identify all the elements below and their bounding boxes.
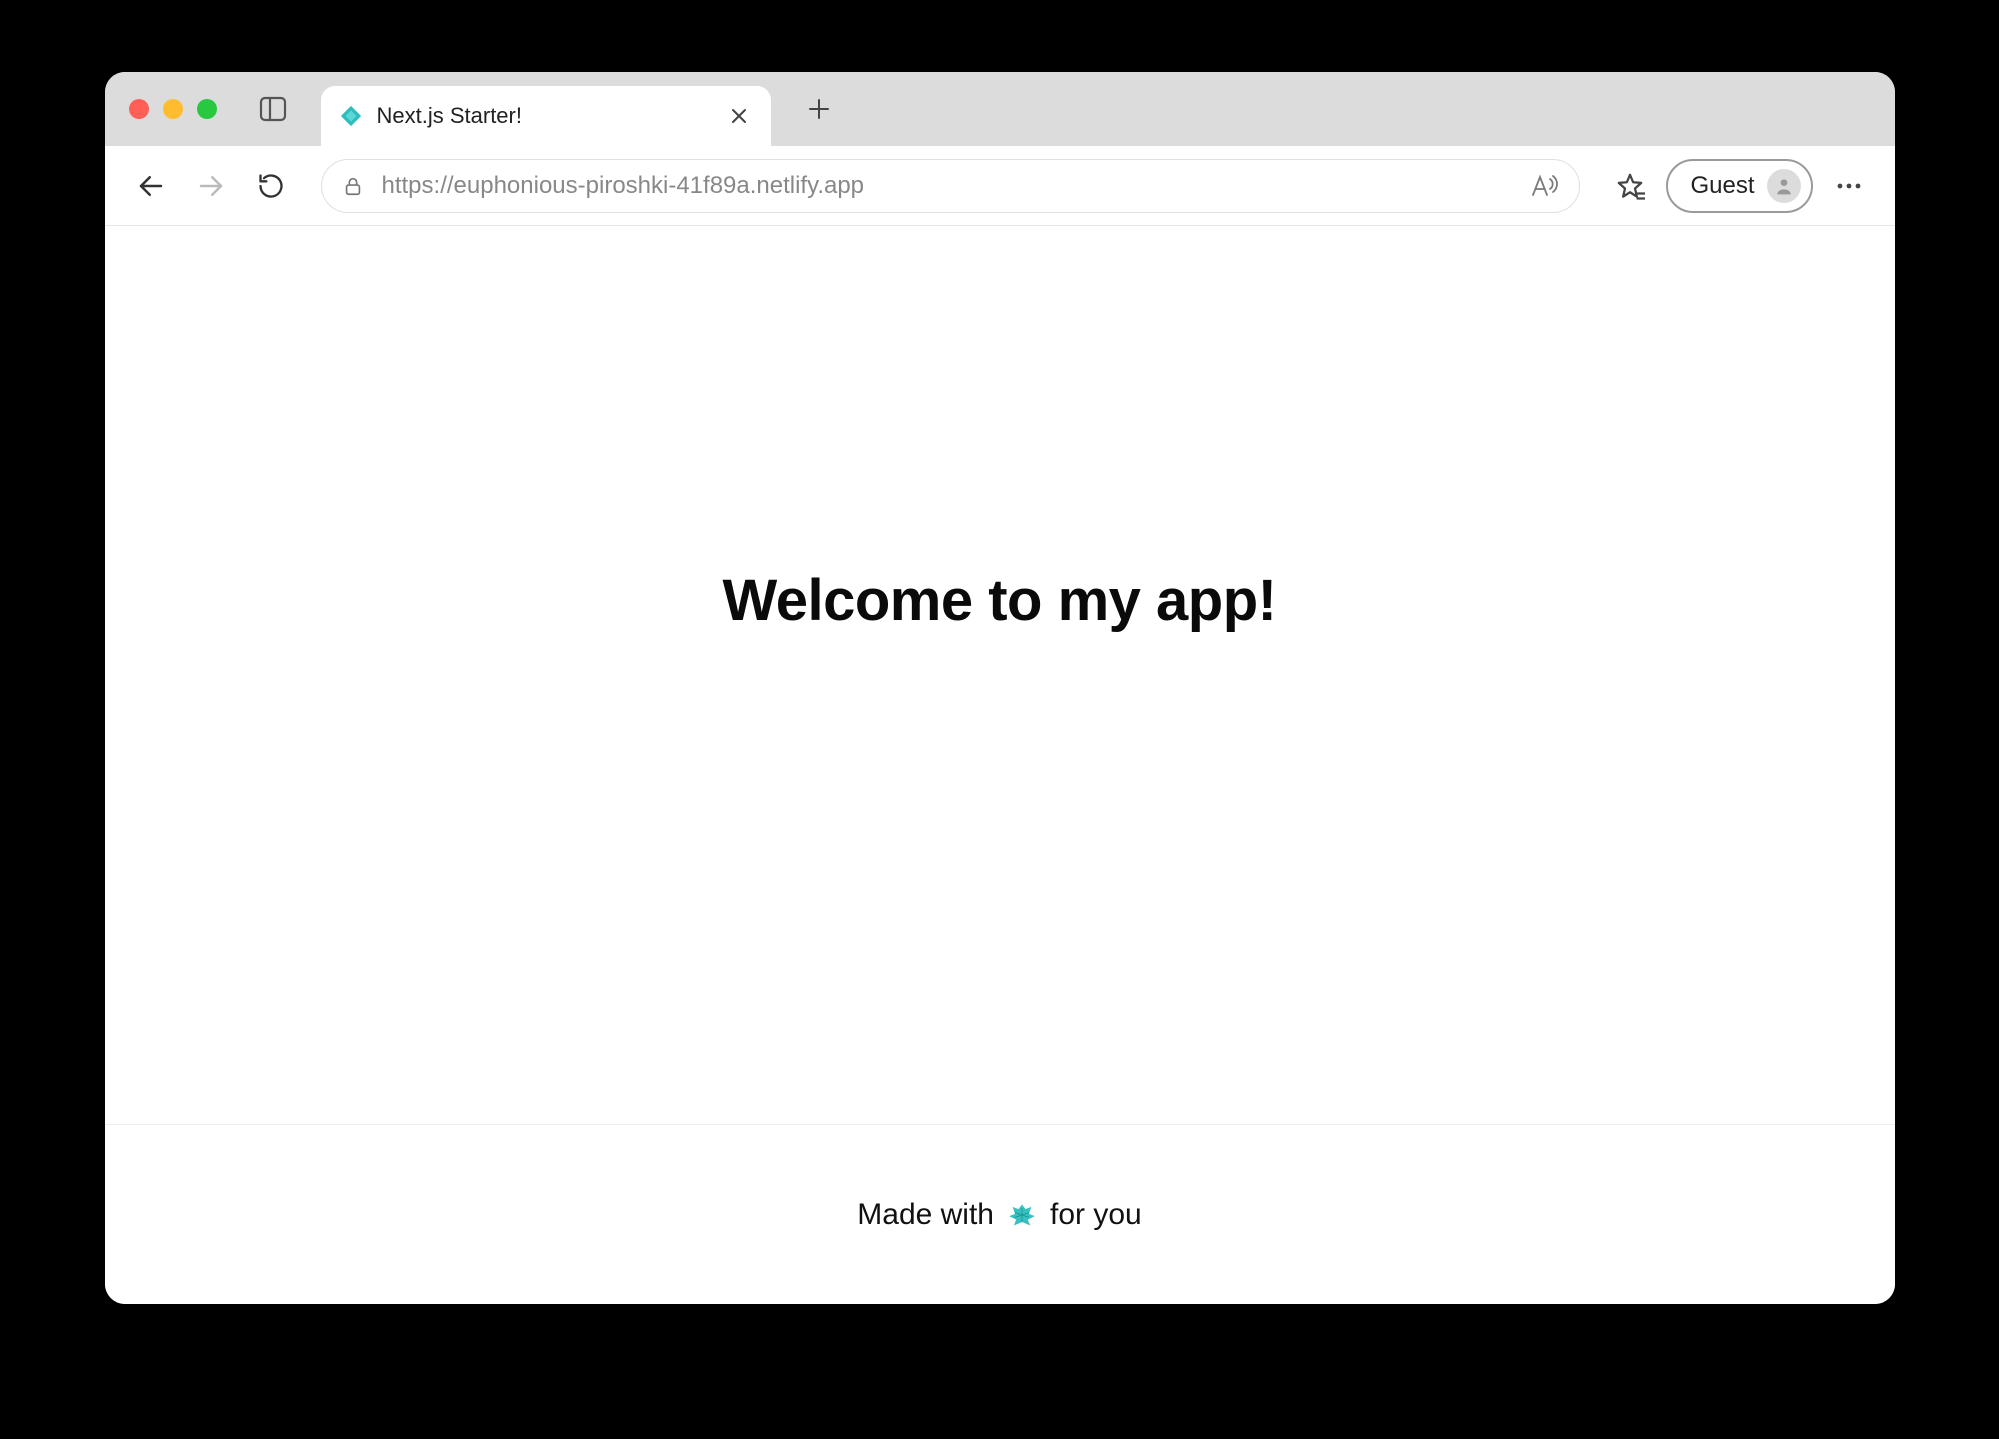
- page-title: Welcome to my app!: [723, 567, 1277, 634]
- favorites-button[interactable]: [1606, 162, 1654, 210]
- url-text: https://euphonious-piroshki-41f89a.netli…: [382, 172, 1512, 200]
- footer-suffix: for you: [1050, 1198, 1142, 1232]
- browser-tab[interactable]: Next.js Starter!: [321, 86, 771, 146]
- window-controls: [129, 99, 217, 119]
- footer-prefix: Made with: [857, 1198, 994, 1232]
- profile-label: Guest: [1690, 172, 1754, 200]
- lock-icon: [342, 174, 364, 198]
- new-tab-button[interactable]: [795, 85, 843, 133]
- avatar-icon: [1767, 169, 1801, 203]
- page-content: Welcome to my app! Made with for you: [105, 226, 1895, 1304]
- maximize-window-button[interactable]: [197, 99, 217, 119]
- main-area: Welcome to my app!: [105, 226, 1895, 1124]
- close-tab-button[interactable]: [725, 102, 753, 130]
- netlify-icon: [339, 104, 363, 128]
- close-window-button[interactable]: [129, 99, 149, 119]
- address-bar[interactable]: https://euphonious-piroshki-41f89a.netli…: [321, 159, 1581, 213]
- profile-button[interactable]: Guest: [1666, 159, 1812, 213]
- heart-icon: [1008, 1201, 1036, 1229]
- tabs-container: Next.js Starter!: [321, 72, 771, 146]
- browser-window: Next.js Starter!: [105, 72, 1895, 1304]
- more-menu-button[interactable]: [1825, 162, 1873, 210]
- page-footer: Made with for you: [105, 1124, 1895, 1304]
- read-aloud-icon[interactable]: [1529, 173, 1559, 199]
- back-button[interactable]: [127, 162, 175, 210]
- browser-toolbar: https://euphonious-piroshki-41f89a.netli…: [105, 146, 1895, 226]
- forward-button[interactable]: [187, 162, 235, 210]
- minimize-window-button[interactable]: [163, 99, 183, 119]
- tab-title: Next.js Starter!: [377, 103, 711, 129]
- reload-button[interactable]: [247, 162, 295, 210]
- tab-overview-button[interactable]: [249, 85, 297, 133]
- tabstrip: Next.js Starter!: [105, 72, 1895, 146]
